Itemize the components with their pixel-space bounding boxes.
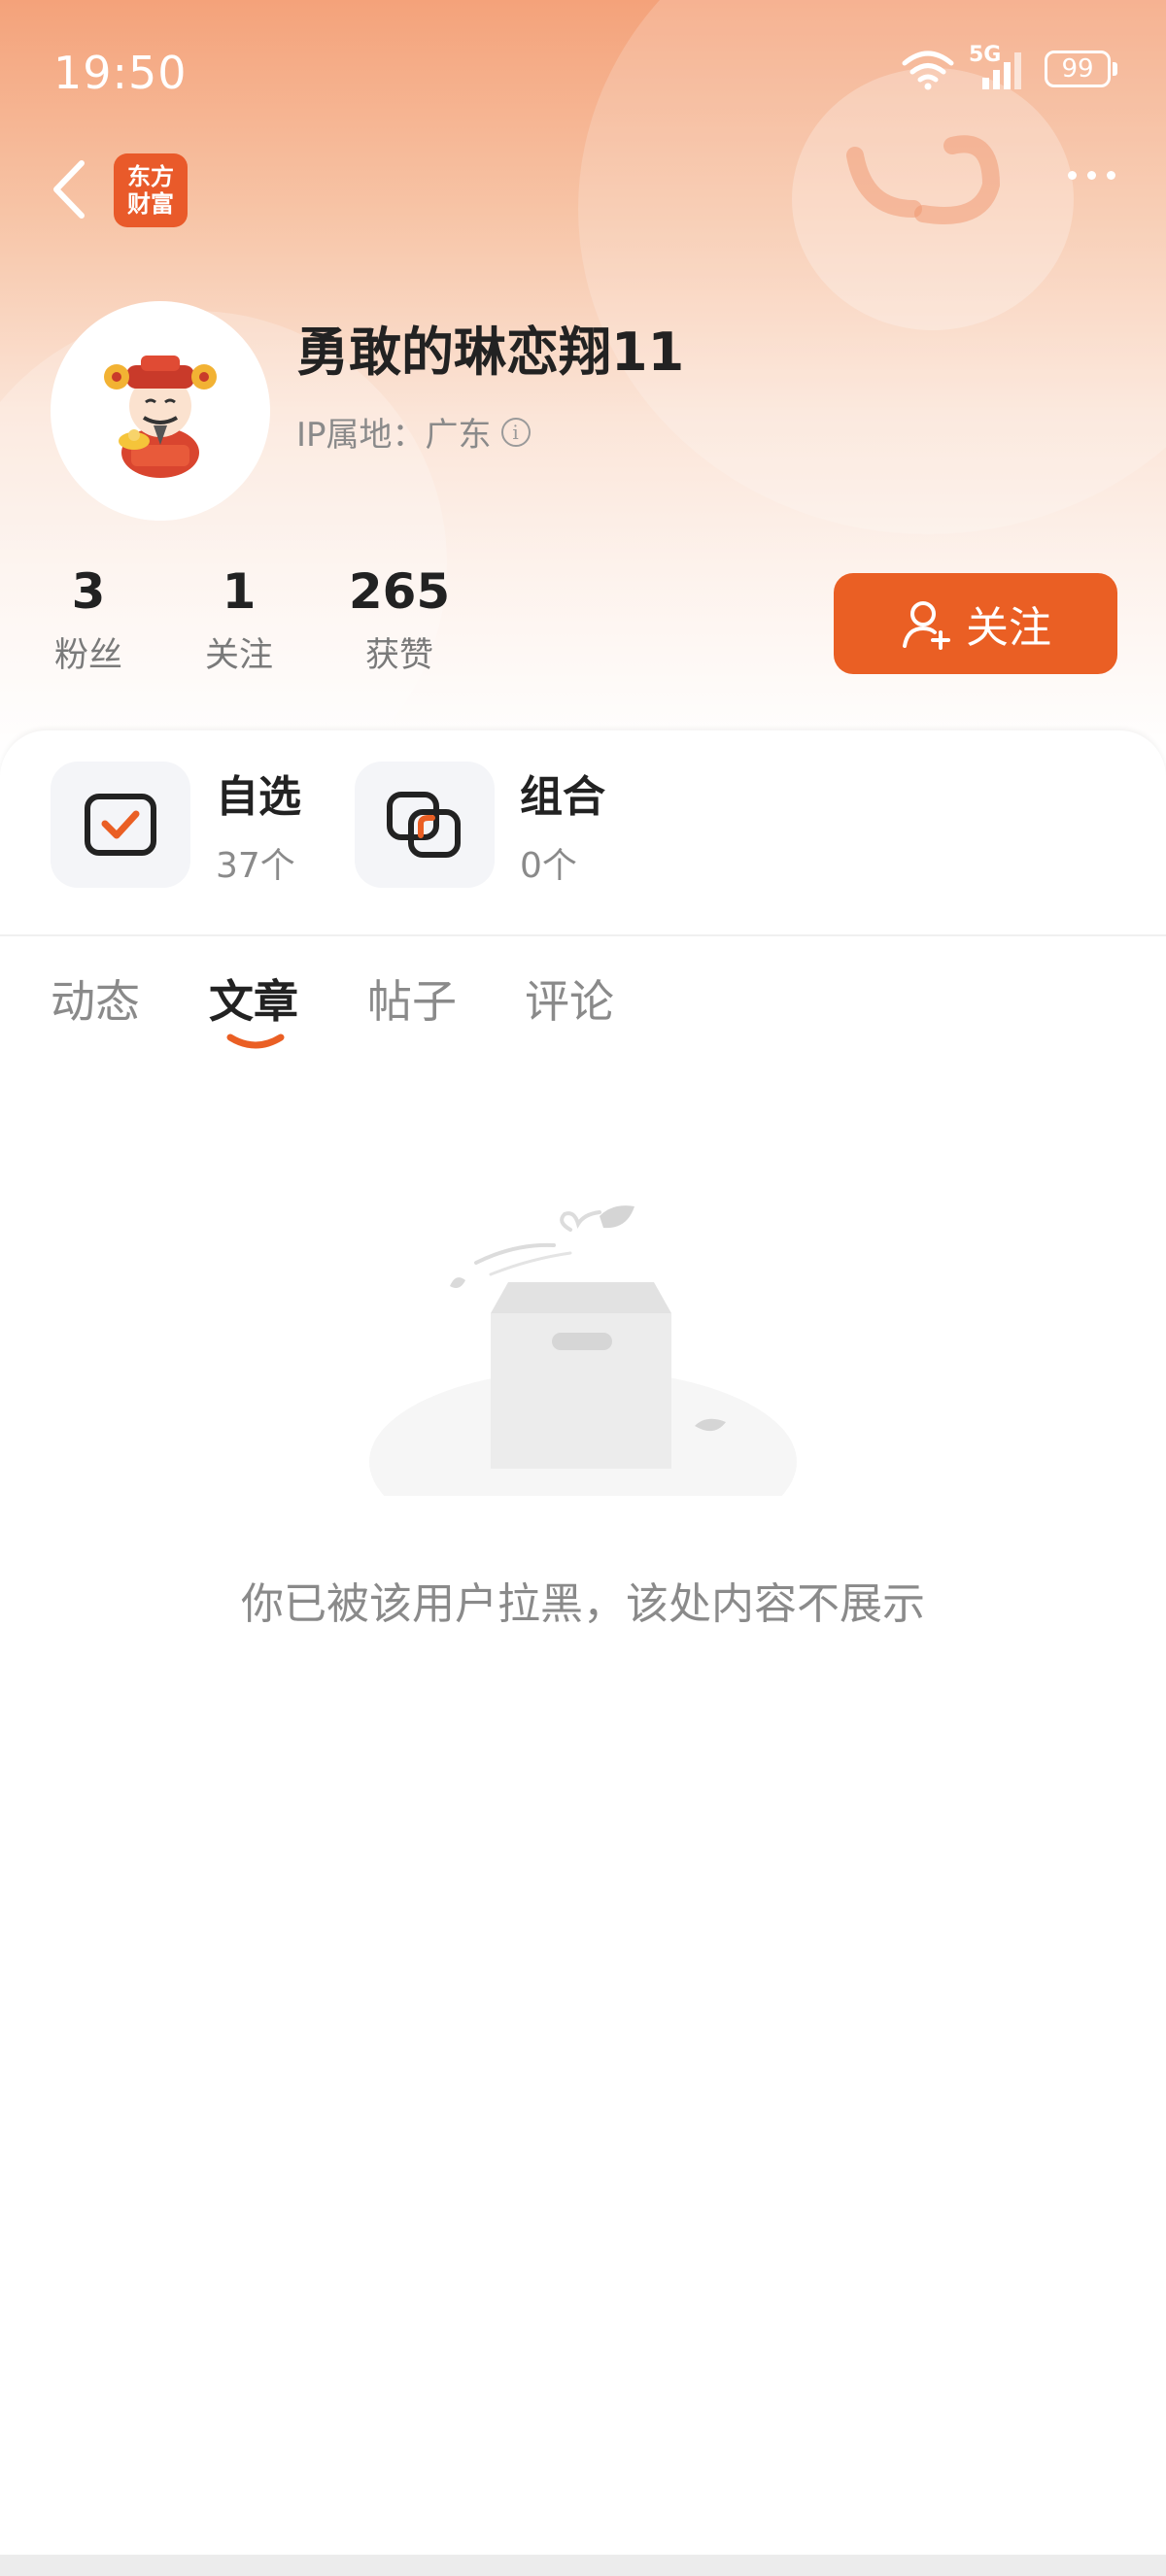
ip-location-label: IP属地：广东 [296,416,492,455]
checkbox-icon [85,794,156,856]
stat-value: 265 [348,563,451,620]
portfolio-icon [387,792,461,858]
quick-link-watchlist[interactable]: 自选 37个 [51,762,301,888]
wifi-icon [902,51,954,90]
empty-box-icon [369,1205,797,1496]
status-icons: 5G 99 [901,43,1117,91]
tab-comments[interactable]: 评论 [525,966,614,1031]
app-logo[interactable]: 东方 财富 [114,153,188,227]
cell-signal-icon: 5G [969,43,1031,91]
battery-icon: 99 [1045,51,1117,87]
quick-link-icon-box [51,762,190,888]
stat-following[interactable]: 1 关注 [197,561,281,677]
quick-link-portfolio[interactable]: 组合 0个 [355,762,605,888]
content-tabs: 动态 文章 帖子 评论 [0,966,1166,1064]
stat-label: 粉丝 [53,636,122,675]
more-dot [1107,171,1115,180]
quick-link-count: 0个 [520,846,577,886]
stat-label: 关注 [204,636,273,675]
empty-state-message: 你已被该用户拉黑，该处内容不展示 [241,1579,925,1629]
quick-link-icon-box [355,762,495,888]
follow-button-label: 关注 [966,603,1051,653]
status-time: 19:50 [53,47,188,99]
tab-posts[interactable]: 帖子 [367,966,457,1031]
stat-value: 1 [222,563,257,620]
tab-articles[interactable]: 文章 [209,966,298,1031]
quick-link-title: 组合 [520,772,605,822]
chevron-left-icon [53,160,85,219]
stat-likes[interactable]: 265 获赞 [345,561,454,677]
info-icon[interactable]: i [500,417,531,447]
more-dot [1087,171,1096,180]
profile-username: 勇敢的琳恋翔11 [296,322,685,383]
more-dot [1068,171,1077,180]
bottom-edge [0,2555,1166,2576]
follow-button[interactable]: 关注 [834,573,1117,674]
active-tab-indicator [226,1034,285,1049]
more-button[interactable] [1068,171,1115,180]
status-bar: 19:50 5G 99 [0,0,1166,146]
fortune-god-avatar-icon [104,356,217,478]
back-button[interactable] [47,155,95,223]
section-divider [0,934,1166,936]
battery-level: 99 [1061,54,1094,84]
top-nav: 东方 财富 [0,146,1166,243]
avatar[interactable] [51,301,270,521]
quick-link-title: 自选 [216,772,301,822]
logo-text: 财富 [127,190,174,218]
stat-label: 获赞 [364,636,433,675]
logo-text: 东方 [127,163,174,190]
stat-value: 3 [71,563,106,620]
stat-fans[interactable]: 3 粉丝 [47,561,130,677]
add-user-icon [903,601,950,650]
quick-link-count: 37个 [216,846,295,886]
tab-dynamics[interactable]: 动态 [51,966,140,1031]
ip-location: IP属地：广东 i [296,408,531,456]
